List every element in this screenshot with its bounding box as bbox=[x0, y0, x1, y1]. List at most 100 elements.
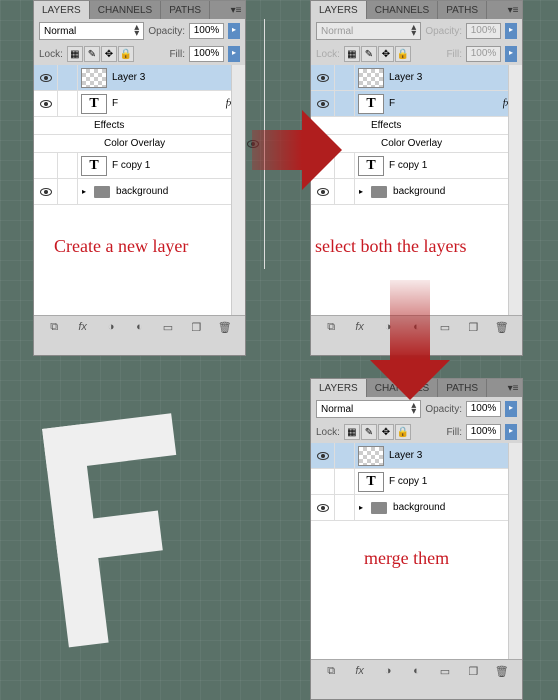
adjustment-layer-icon[interactable]: ◐ bbox=[407, 664, 425, 678]
lock-pixels-icon[interactable]: ✎ bbox=[361, 424, 377, 440]
link-col[interactable] bbox=[58, 65, 78, 90]
tab-channels[interactable]: CHANNELS bbox=[90, 1, 161, 19]
group-expand-icon[interactable]: ▸ bbox=[359, 503, 363, 512]
new-layer-icon[interactable]: ❐ bbox=[187, 320, 205, 334]
layer-row-background[interactable]: ▸ background bbox=[311, 495, 522, 521]
layer-mask-icon[interactable]: ◑ bbox=[102, 320, 120, 334]
layer-name[interactable]: F copy 1 bbox=[110, 160, 245, 171]
layer-row-fcopy[interactable]: T F copy 1 bbox=[311, 153, 522, 179]
lock-all-icon[interactable]: 🔒 bbox=[395, 424, 411, 440]
color-overlay-row[interactable]: Color Overlay bbox=[311, 135, 522, 153]
scrollbar[interactable] bbox=[508, 443, 522, 659]
opacity-input[interactable]: 100% bbox=[189, 23, 224, 39]
tab-paths[interactable]: PATHS bbox=[161, 1, 210, 19]
tab-layers[interactable]: LAYERS bbox=[311, 1, 367, 19]
layer-style-icon[interactable]: fx bbox=[74, 320, 92, 334]
link-col[interactable] bbox=[58, 153, 78, 178]
layer-name[interactable]: background bbox=[114, 186, 245, 197]
tab-channels[interactable]: CHANNELS bbox=[367, 1, 438, 19]
tab-layers[interactable]: LAYERS bbox=[34, 1, 90, 19]
visibility-toggle[interactable] bbox=[34, 65, 58, 90]
opacity-flyout-icon[interactable]: ▸ bbox=[228, 23, 240, 39]
lock-transparency-icon[interactable]: ▦ bbox=[344, 424, 360, 440]
link-col[interactable] bbox=[335, 495, 355, 520]
link-layers-icon[interactable]: ⧉ bbox=[322, 664, 340, 678]
text-layer-thumbnail[interactable]: T bbox=[81, 94, 107, 114]
layer-name[interactable]: Layer 3 bbox=[110, 72, 245, 83]
layer-name[interactable]: F bbox=[387, 98, 503, 109]
new-group-icon[interactable]: ▭ bbox=[159, 320, 177, 334]
new-group-icon[interactable]: ▭ bbox=[436, 664, 454, 678]
visibility-toggle[interactable] bbox=[311, 65, 335, 90]
new-layer-icon[interactable]: ❐ bbox=[464, 664, 482, 678]
text-layer-thumbnail[interactable]: T bbox=[358, 156, 384, 176]
layer-row-f[interactable]: T F fx ▾ bbox=[34, 91, 245, 117]
fill-flyout-icon[interactable]: ▸ bbox=[228, 46, 240, 62]
delete-layer-icon[interactable]: 🗑 bbox=[216, 320, 234, 334]
lock-position-icon[interactable]: ✥ bbox=[378, 424, 394, 440]
layer-name[interactable]: F copy 1 bbox=[387, 160, 522, 171]
visibility-toggle[interactable] bbox=[311, 443, 335, 468]
layer-name[interactable]: background bbox=[391, 186, 522, 197]
layer-name[interactable]: F copy 1 bbox=[387, 476, 522, 487]
fill-input[interactable]: 100% bbox=[189, 46, 224, 62]
link-col[interactable] bbox=[335, 443, 355, 468]
visibility-toggle[interactable] bbox=[311, 495, 335, 520]
text-layer-thumbnail[interactable]: T bbox=[81, 156, 107, 176]
fill-flyout-icon[interactable]: ▸ bbox=[505, 424, 517, 440]
layer-row-f[interactable]: T F fx ▾ bbox=[311, 91, 522, 117]
visibility-toggle[interactable] bbox=[311, 469, 335, 494]
layer-name[interactable]: F bbox=[110, 98, 226, 109]
delete-layer-icon[interactable]: 🗑 bbox=[493, 320, 511, 334]
layer-row-background[interactable]: ▸ background bbox=[311, 179, 522, 205]
lock-all-icon[interactable]: 🔒 bbox=[118, 46, 134, 62]
panel-menu-icon[interactable]: ▾≡ bbox=[504, 379, 522, 397]
new-layer-icon[interactable]: ❐ bbox=[464, 320, 482, 334]
tab-layers[interactable]: LAYERS bbox=[311, 379, 367, 397]
scrollbar[interactable] bbox=[508, 65, 522, 315]
group-expand-icon[interactable]: ▸ bbox=[359, 187, 363, 196]
link-col[interactable] bbox=[58, 179, 78, 204]
layer-name[interactable]: Layer 3 bbox=[387, 72, 522, 83]
blend-mode-select[interactable]: Normal ▴▾ bbox=[39, 22, 144, 40]
lock-position-icon[interactable]: ✥ bbox=[101, 46, 117, 62]
layer-style-icon[interactable]: fx bbox=[351, 664, 369, 678]
delete-layer-icon[interactable]: 🗑 bbox=[493, 664, 511, 678]
layer-thumbnail[interactable] bbox=[358, 446, 384, 466]
new-group-icon[interactable]: ▭ bbox=[436, 320, 454, 334]
layer-name[interactable]: Layer 3 bbox=[387, 450, 522, 461]
layer-row-fcopy[interactable]: T F copy 1 bbox=[34, 153, 245, 179]
visibility-toggle[interactable] bbox=[34, 91, 58, 116]
link-col[interactable] bbox=[58, 91, 78, 116]
link-layers-icon[interactable]: ⧉ bbox=[45, 320, 63, 334]
layer-row-layer3[interactable]: Layer 3 bbox=[34, 65, 245, 91]
layer-mask-icon[interactable]: ◑ bbox=[379, 664, 397, 678]
adjustment-layer-icon[interactable]: ◐ bbox=[130, 320, 148, 334]
text-layer-thumbnail[interactable]: T bbox=[358, 94, 384, 114]
group-expand-icon[interactable]: ▸ bbox=[82, 187, 86, 196]
layer-name[interactable]: background bbox=[391, 502, 522, 513]
layer-row-layer3[interactable]: Layer 3 bbox=[311, 443, 522, 469]
layer-row-fcopy[interactable]: T F copy 1 bbox=[311, 469, 522, 495]
layer-thumbnail[interactable] bbox=[358, 68, 384, 88]
layer-row-background[interactable]: ▸ background bbox=[34, 179, 245, 205]
link-col[interactable] bbox=[335, 65, 355, 90]
opacity-flyout-icon[interactable]: ▸ bbox=[505, 401, 517, 417]
effects-row[interactable]: Effects bbox=[34, 117, 245, 135]
color-overlay-row[interactable]: Color Overlay bbox=[34, 135, 245, 153]
opacity-input[interactable]: 100% bbox=[466, 401, 501, 417]
lock-pixels-icon[interactable]: ✎ bbox=[84, 46, 100, 62]
visibility-toggle[interactable] bbox=[34, 153, 58, 178]
link-col[interactable] bbox=[335, 469, 355, 494]
layer-row-layer3[interactable]: Layer 3 bbox=[311, 65, 522, 91]
layer-style-icon[interactable]: fx bbox=[351, 320, 369, 334]
text-layer-thumbnail[interactable]: T bbox=[358, 472, 384, 492]
panel-menu-icon[interactable]: ▾≡ bbox=[227, 1, 245, 19]
effects-row[interactable]: Effects bbox=[311, 117, 522, 135]
panel-menu-icon[interactable]: ▾≡ bbox=[504, 1, 522, 19]
fill-input[interactable]: 100% bbox=[466, 424, 501, 440]
visibility-toggle[interactable] bbox=[34, 179, 58, 204]
blend-mode-select[interactable]: Normal ▴▾ bbox=[316, 400, 421, 418]
lock-transparency-icon[interactable]: ▦ bbox=[67, 46, 83, 62]
layer-thumbnail[interactable] bbox=[81, 68, 107, 88]
